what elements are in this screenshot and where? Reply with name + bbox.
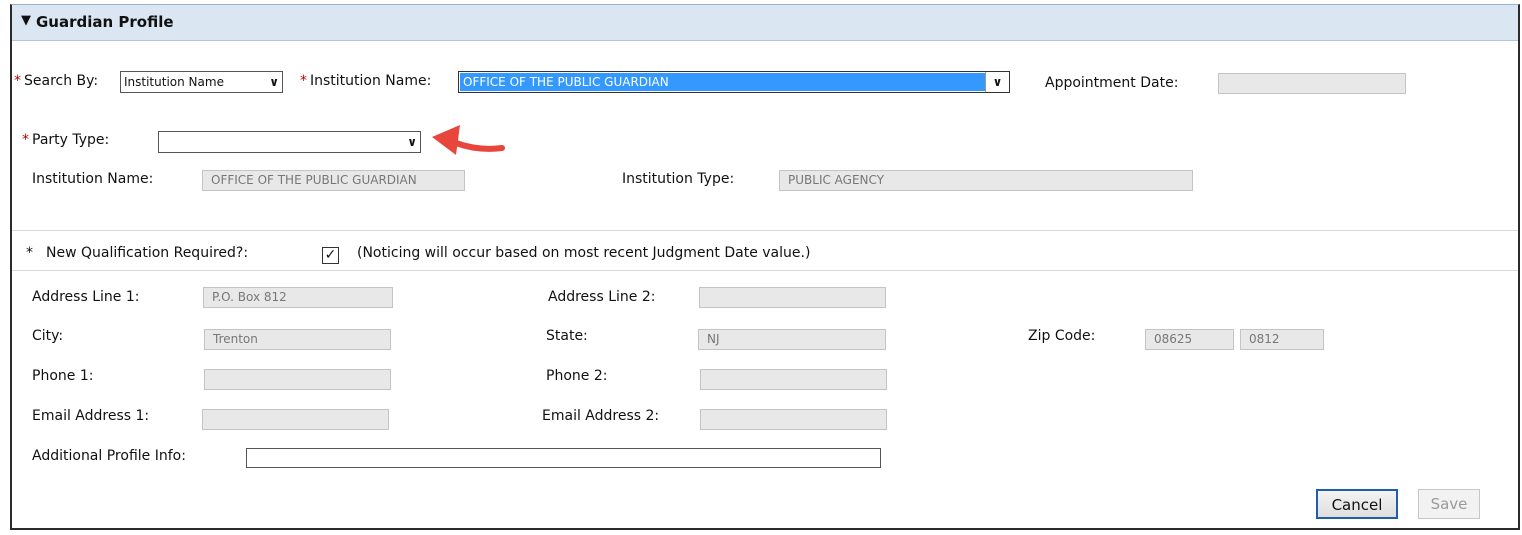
panel-title: Guardian Profile bbox=[36, 13, 174, 31]
phone2-field bbox=[700, 369, 887, 390]
institution-name-select[interactable]: OFFICE OF THE PUBLIC GUARDIAN ∨ bbox=[458, 71, 1010, 93]
address-line2-label: Address Line 2: bbox=[548, 289, 656, 305]
address-line2-field bbox=[699, 287, 886, 308]
zip-ext-field: 0812 bbox=[1240, 329, 1324, 350]
search-by-value: Institution Name bbox=[124, 75, 224, 89]
zip-code-label: Zip Code: bbox=[1028, 328, 1096, 344]
additional-profile-info-label: Additional Profile Info: bbox=[32, 448, 186, 464]
triangle-down-icon[interactable]: ▼ bbox=[21, 13, 31, 28]
search-by-select[interactable]: Institution Name ∨ bbox=[120, 71, 283, 93]
guardian-profile-panel: ▼ Guardian Profile * Search By: Instituti… bbox=[10, 4, 1520, 530]
chevron-down-icon: ∨ bbox=[985, 72, 1009, 92]
qualification-note: (Noticing will occur based on most recen… bbox=[357, 245, 811, 261]
divider bbox=[12, 270, 1518, 271]
email1-label: Email Address 1: bbox=[32, 408, 150, 424]
email2-field bbox=[700, 409, 887, 430]
checkmark-icon: ✓ bbox=[324, 247, 337, 263]
email2-label: Email Address 2: bbox=[542, 408, 660, 424]
address-line1-field: P.O. Box 812 bbox=[203, 287, 393, 308]
party-type-label: * Party Type: bbox=[22, 132, 110, 148]
email1-field bbox=[202, 409, 389, 430]
chevron-down-icon: ∨ bbox=[269, 75, 279, 89]
red-arrow-icon bbox=[432, 125, 505, 155]
phone2-label: Phone 2: bbox=[546, 368, 608, 384]
appointment-date-field[interactable] bbox=[1218, 73, 1406, 94]
panel-header[interactable]: ▼ Guardian Profile bbox=[12, 5, 1518, 41]
divider bbox=[12, 230, 1518, 231]
state-field: NJ bbox=[698, 329, 886, 350]
institution-type-label: Institution Type: bbox=[622, 171, 735, 187]
save-button[interactable]: Save bbox=[1418, 489, 1480, 519]
phone1-label: Phone 1: bbox=[32, 368, 94, 384]
qualification-checkbox[interactable]: ✓ bbox=[322, 247, 339, 264]
address-line1-label: Address Line 1: bbox=[32, 289, 140, 305]
institution-name-label: Institution Name: bbox=[32, 171, 154, 187]
phone1-field bbox=[204, 369, 391, 390]
institution-name-select-value: OFFICE OF THE PUBLIC GUARDIAN bbox=[460, 73, 985, 91]
search-by-label: * Search By: bbox=[14, 73, 99, 89]
qualification-label: New Qualification Required?: bbox=[46, 245, 249, 261]
state-label: State: bbox=[546, 328, 588, 344]
qualification-required-mark: * bbox=[26, 245, 33, 261]
additional-profile-info-input[interactable] bbox=[246, 448, 881, 468]
zip-code-field: 08625 bbox=[1145, 329, 1234, 350]
institution-name-select-label: * Institution Name: bbox=[300, 73, 432, 89]
city-field: Trenton bbox=[204, 329, 391, 350]
institution-type-field: PUBLIC AGENCY bbox=[779, 170, 1193, 191]
appointment-date-label: Appointment Date: bbox=[1045, 75, 1179, 91]
cancel-button[interactable]: Cancel bbox=[1316, 489, 1398, 519]
institution-name-field: OFFICE OF THE PUBLIC GUARDIAN bbox=[202, 170, 465, 191]
chevron-down-icon: ∨ bbox=[407, 135, 417, 149]
city-label: City: bbox=[32, 328, 64, 344]
party-type-select[interactable]: ∨ bbox=[158, 131, 421, 153]
